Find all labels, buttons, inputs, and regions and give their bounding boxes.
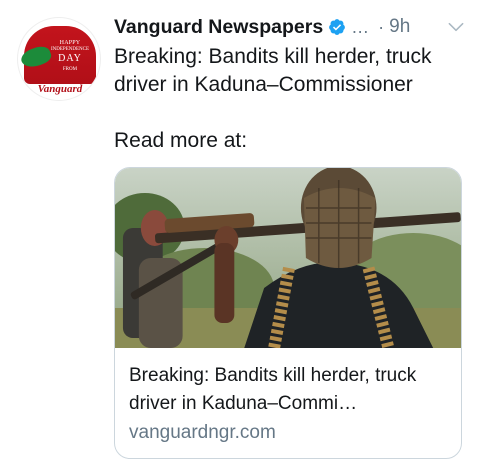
name-truncation: … (351, 16, 370, 37)
tweet-body: Breaking: Bandits kill herder, truck dri… (114, 45, 432, 96)
avatar-badge-line4: FROM (62, 67, 78, 72)
avatar-badge-line3: DAY (58, 53, 82, 64)
read-more-text: Read more at: (114, 129, 248, 152)
avatar-badge-line2: INDEPENDENCE (50, 47, 90, 52)
timestamp[interactable]: 9h (389, 16, 410, 38)
link-preview-card[interactable]: Breaking: Bandits kill herder, truck dri… (114, 167, 462, 459)
chevron-down-icon[interactable] (446, 17, 466, 37)
display-name[interactable]: Vanguard Newspapers (114, 16, 323, 39)
avatar[interactable]: HAPPY INDEPENDENCE DAY FROM Vanguard (17, 17, 101, 101)
tweet-header: Vanguard Newspapers … · 9h (114, 12, 466, 42)
avatar-badge-text: HAPPY INDEPENDENCE DAY FROM (44, 40, 96, 72)
card-body: Breaking: Bandits kill herder, truck dri… (115, 348, 461, 447)
card-image[interactable] (115, 168, 461, 348)
tweet-text: Breaking: Bandits kill herder, truck dri… (114, 43, 464, 155)
card-title[interactable]: Breaking: Bandits kill herder, truck dri… (129, 362, 447, 418)
avatar-badge-line1: HAPPY (59, 40, 81, 46)
verified-badge-icon (329, 19, 346, 35)
avatar-logo: Vanguard (37, 83, 83, 95)
separator-dot: · (378, 16, 385, 37)
card-domain: vanguardngr.com (129, 422, 276, 443)
